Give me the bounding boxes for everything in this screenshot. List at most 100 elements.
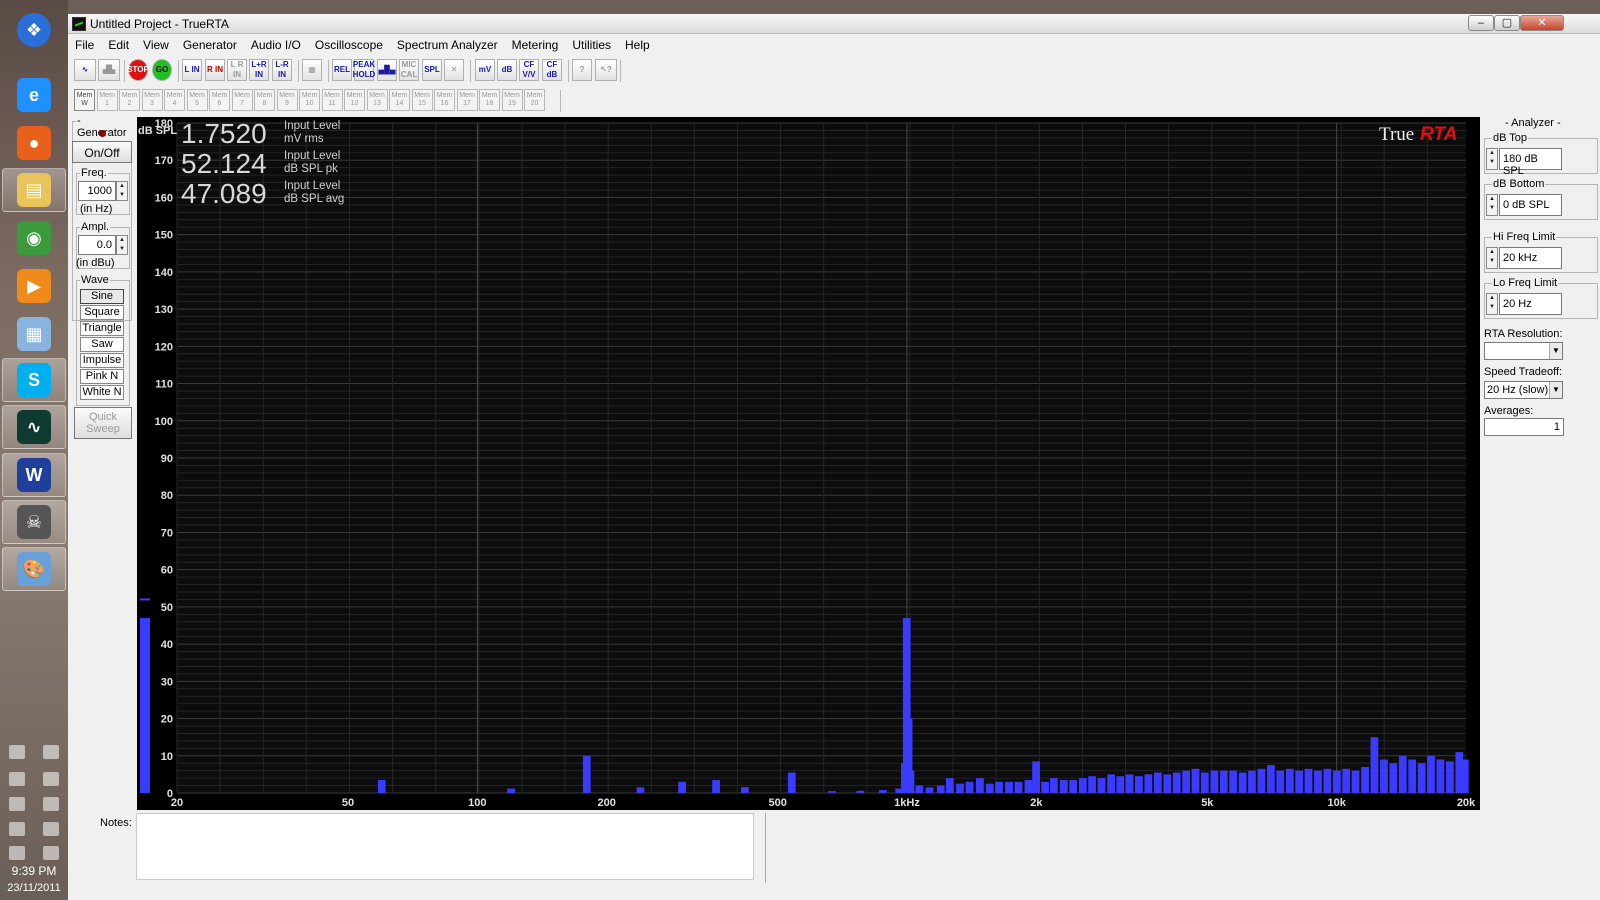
menu-oscilloscope[interactable]: Oscilloscope xyxy=(308,35,390,55)
wave-white-n-button[interactable]: White N xyxy=(80,385,124,400)
quick-sweep-button[interactable]: Quick Sweep xyxy=(74,407,132,439)
memory-button-18[interactable]: Mem 18 xyxy=(479,89,500,111)
stereo-in-button[interactable]: L R IN xyxy=(227,59,247,81)
flag-icon[interactable] xyxy=(9,772,25,786)
lo-freq-input[interactable]: 20 Hz xyxy=(1499,293,1562,315)
taskbar-button-word[interactable]: W xyxy=(2,453,66,497)
menu-metering[interactable]: Metering xyxy=(505,35,566,55)
spl-button[interactable]: SPL xyxy=(422,59,442,81)
diff-in-button[interactable]: L-R IN xyxy=(272,59,292,81)
taskbar-button-paint[interactable]: 🎨 xyxy=(2,547,66,591)
network-flag-icon[interactable] xyxy=(43,745,59,759)
db-top-spinner[interactable]: ▲ ▼ xyxy=(1486,148,1498,170)
menu-audio-i-o[interactable]: Audio I/O xyxy=(244,35,308,55)
hi-freq-input[interactable]: 20 kHz xyxy=(1499,247,1562,269)
freq-spinner[interactable]: ▲ ▼ xyxy=(116,181,128,201)
cf-vv-button[interactable]: CF V/V xyxy=(519,59,539,81)
hi-freq-spinner[interactable]: ▲ ▼ xyxy=(1486,247,1498,269)
wave-saw-button[interactable]: Saw xyxy=(80,337,124,352)
memory-button-8[interactable]: Mem 8 xyxy=(254,89,275,111)
memory-button-12[interactable]: Mem 12 xyxy=(344,89,365,111)
go-button[interactable]: GO xyxy=(152,59,172,81)
close-button[interactable]: ✕ xyxy=(1520,15,1564,31)
taskbar-button-skype[interactable]: S xyxy=(2,358,66,402)
memory-button-2[interactable]: Mem 2 xyxy=(119,89,140,111)
memory-button-5[interactable]: Mem 5 xyxy=(186,89,208,111)
memory-button-15[interactable]: Mem 15 xyxy=(411,89,433,111)
volume-icon[interactable] xyxy=(43,822,59,836)
taskbar-button-calculator[interactable]: ▦ xyxy=(2,312,66,356)
memory-button-13[interactable]: Mem 13 xyxy=(366,89,388,111)
notes-textarea[interactable] xyxy=(136,813,754,880)
generator-onoff-button[interactable]: On/Off xyxy=(72,141,132,163)
db-button[interactable]: dB xyxy=(497,59,517,81)
relative-button[interactable]: REL xyxy=(332,59,352,81)
mic-cal-button[interactable]: MIC CAL xyxy=(399,59,419,81)
app-icon[interactable] xyxy=(9,846,25,860)
memory-button-17[interactable]: Mem 17 xyxy=(456,89,478,111)
sum-in-button[interactable]: L+R IN xyxy=(249,59,269,81)
taskbar-button-truerta-oscilloscope[interactable]: ∿ xyxy=(2,405,66,449)
wave-pink-n-button[interactable]: Pink N xyxy=(80,369,124,384)
memory-button-3[interactable]: Mem 3 xyxy=(141,89,163,111)
spectrum-graph[interactable]: 0 10 20 30 40 50 60 70 80 90 100 110 120 130 140 150 160… xyxy=(137,117,1480,810)
stop-button[interactable]: STOP xyxy=(127,59,149,81)
ampl-input[interactable]: 0.0 xyxy=(78,235,116,255)
db-top-input[interactable]: 180 dB SPL xyxy=(1499,148,1562,177)
clear-button[interactable]: ✕ xyxy=(444,59,464,81)
db-bottom-spinner[interactable]: ▲ ▼ xyxy=(1486,194,1498,216)
clock-date[interactable]: 23/11/2011 xyxy=(0,882,68,894)
speed-tradeoff-select[interactable]: 20 Hz (slow) ▼ xyxy=(1484,381,1563,399)
taskbar-button-file-explorer[interactable]: ▤ xyxy=(2,168,66,212)
lo-freq-spinner[interactable]: ▲ ▼ xyxy=(1486,293,1498,315)
wave-square-button[interactable]: Square xyxy=(80,305,124,320)
wave-triangle-button[interactable]: Triangle xyxy=(80,321,124,336)
taskbar-button-internet-explorer[interactable]: e xyxy=(2,73,66,117)
memory-button-9[interactable]: Mem 9 xyxy=(276,89,298,111)
db-bottom-input[interactable]: 0 dB SPL xyxy=(1499,194,1562,216)
bars-button[interactable]: ▄█▄ xyxy=(377,59,397,81)
memory-button-19[interactable]: Mem 19 xyxy=(501,89,523,111)
wave-impulse-button[interactable]: Impulse xyxy=(80,353,124,368)
menu-edit[interactable]: Edit xyxy=(101,35,136,55)
peak-hold-button[interactable]: PEAK HOLD xyxy=(353,59,375,81)
memory-button-4[interactable]: Mem 4 xyxy=(164,89,185,111)
memory-button-14[interactable]: Mem 14 xyxy=(389,89,410,111)
device-icon[interactable] xyxy=(9,797,25,811)
spectrum-view-button[interactable]: ▟▙ xyxy=(98,59,120,81)
memory-button-1[interactable]: Mem 1 xyxy=(96,89,118,111)
averages-input[interactable]: 1 xyxy=(1484,418,1564,436)
wave-sine-button[interactable]: Sine xyxy=(80,289,124,304)
memory-button-7[interactable]: Mem 7 xyxy=(231,89,253,111)
sync-icon[interactable] xyxy=(43,772,59,786)
rta-resolution-select[interactable]: ▼ xyxy=(1484,342,1563,360)
freq-input[interactable]: 1000 xyxy=(78,181,116,201)
minimize-button[interactable]: – xyxy=(1468,15,1494,31)
left-in-button[interactable]: L IN xyxy=(182,59,202,81)
menu-file[interactable]: File xyxy=(68,35,101,55)
menu-spectrum-analyzer[interactable]: Spectrum Analyzer xyxy=(390,35,505,55)
memory-button-11[interactable]: Mem 11 xyxy=(321,89,343,111)
help-button[interactable]: ? xyxy=(572,59,592,81)
network-icon[interactable] xyxy=(9,822,25,836)
menu-view[interactable]: View xyxy=(136,35,176,55)
menu-help[interactable]: Help xyxy=(618,35,657,55)
memory-button-6[interactable]: Mem 6 xyxy=(209,89,230,111)
ampl-spinner[interactable]: ▲ ▼ xyxy=(116,235,128,255)
monitor-icon[interactable] xyxy=(9,745,25,759)
memory-button-w[interactable]: Mem W xyxy=(74,89,95,111)
memory-button-10[interactable]: Mem 10 xyxy=(299,89,320,111)
cf-db-button[interactable]: CF dB xyxy=(542,59,562,81)
memory-button-16[interactable]: Mem 16 xyxy=(434,89,455,111)
memory-button-20[interactable]: Mem 20 xyxy=(524,89,545,111)
taskbar-button-chrome[interactable]: ◉ xyxy=(2,216,66,260)
taskbar-button-firefox[interactable]: ● xyxy=(2,121,66,165)
taskbar-button-alien-app[interactable]: ☠ xyxy=(2,500,66,544)
signal-icon[interactable] xyxy=(43,797,59,811)
display-icon[interactable] xyxy=(43,846,59,860)
context-help-button[interactable]: ↖? xyxy=(595,59,617,81)
taskbar-button-media-player[interactable]: ▶ xyxy=(2,264,66,308)
oscilloscope-view-button[interactable]: ∿ xyxy=(74,59,96,81)
maximize-button[interactable]: ▢ xyxy=(1494,15,1520,31)
menu-utilities[interactable]: Utilities xyxy=(565,35,618,55)
